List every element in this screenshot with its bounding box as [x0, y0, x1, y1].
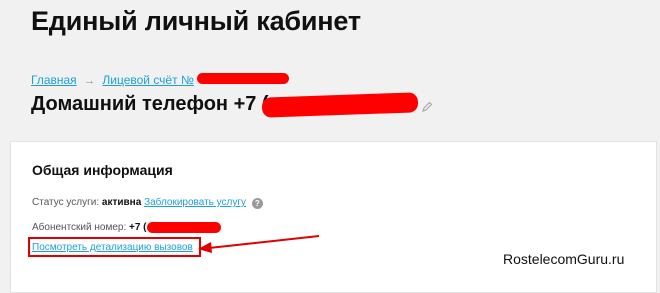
status-row: Статус услуги: активна Заблокировать усл… — [32, 197, 263, 209]
block-service-link[interactable]: Заблокировать услугу — [144, 197, 246, 208]
service-title: Домашний телефон +7 ( — [31, 93, 269, 115]
breadcrumb-account-link[interactable]: Лицевой счёт № — [102, 73, 193, 87]
breadcrumb-arrow-icon: → — [84, 75, 96, 87]
card-title: Общая информация — [32, 162, 173, 178]
watermark: RostelecomGuru.ru — [503, 251, 625, 267]
breadcrumb: Главная → Лицевой счёт № — [31, 73, 194, 87]
subscriber-row: Абонентский номер: +7 ( — [32, 222, 147, 233]
subscriber-label: Абонентский номер: — [32, 222, 127, 233]
breadcrumb-home-link[interactable]: Главная — [31, 73, 77, 87]
page-title: Единый личный кабинет — [31, 6, 361, 36]
call-details-link[interactable]: Посмотреть детализацию вызовов — [32, 242, 193, 253]
redacted-phone-number — [261, 92, 419, 118]
help-icon[interactable]: ? — [251, 198, 263, 209]
status-label: Статус услуги: — [32, 197, 100, 208]
status-value: активна — [101, 197, 142, 208]
subscriber-value: +7 ( — [129, 222, 147, 233]
annotation-arrow-icon — [198, 235, 320, 253]
redacted-account-number — [197, 73, 289, 84]
pencil-icon[interactable] — [421, 101, 433, 113]
general-info-card: Общая информация Статус услуги: активна … — [10, 141, 657, 293]
